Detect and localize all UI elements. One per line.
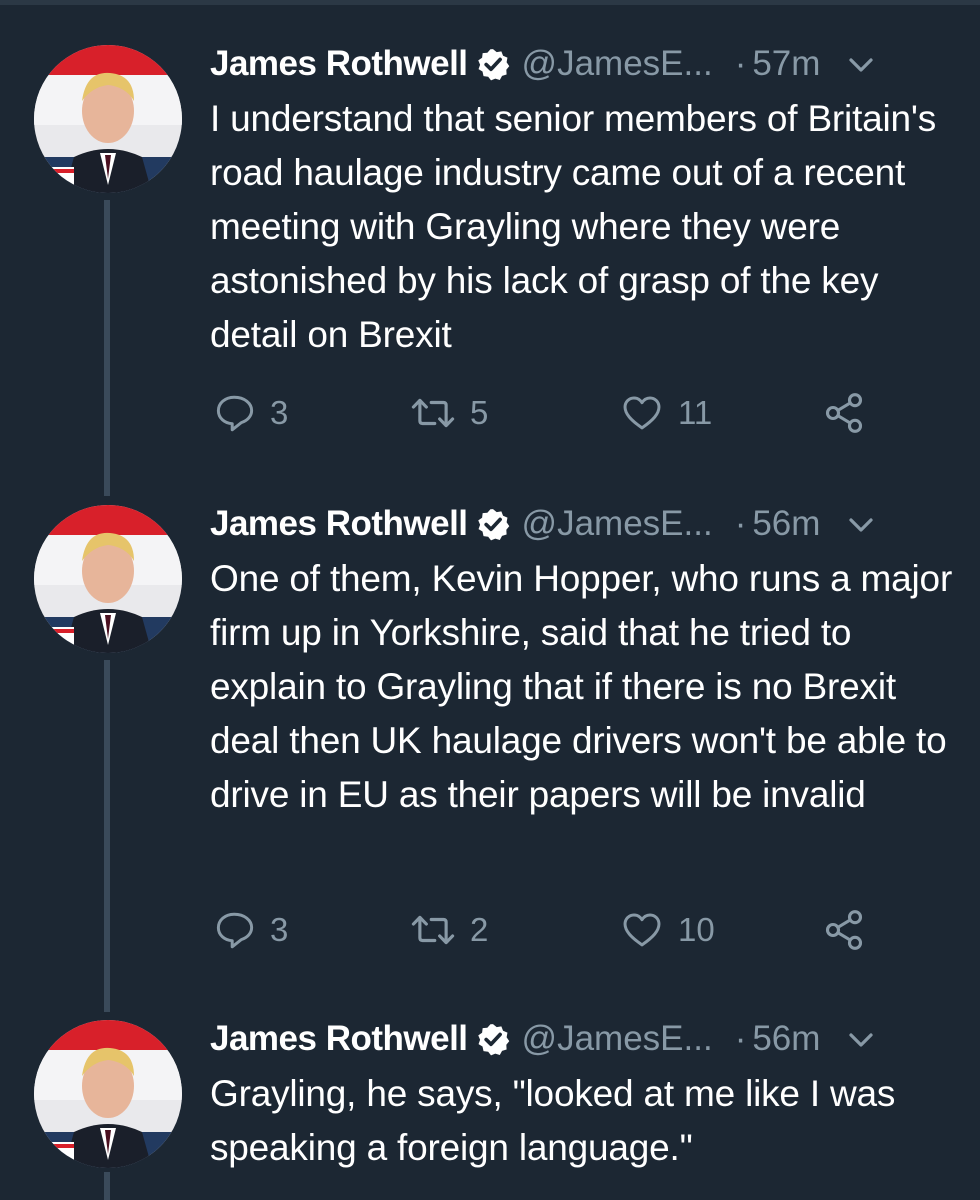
reply-button[interactable]: 3 <box>214 388 288 438</box>
separator-dot: · <box>734 1019 747 1058</box>
chevron-down-icon[interactable] <box>846 50 876 80</box>
author-name[interactable]: James Rothwell <box>210 1019 468 1059</box>
retweet-icon <box>411 915 455 945</box>
retweet-icon <box>411 398 455 428</box>
separator-dot: · <box>734 504 747 543</box>
reply-icon <box>216 912 254 949</box>
author-name[interactable]: James Rothwell <box>210 44 468 84</box>
tweet-text: I understand that senior members of Brit… <box>210 98 937 355</box>
tweet-text: Grayling, he says, "looked at me like I … <box>210 1073 896 1168</box>
tweet-text: One of them, Kevin Hopper, who runs a ma… <box>210 558 953 815</box>
tweet-header: James Rothwell @JamesE... · 56m <box>210 500 970 548</box>
reply-icon <box>216 395 254 432</box>
retweet-count: 5 <box>470 394 489 431</box>
like-button[interactable]: 10 <box>620 905 715 955</box>
tweet[interactable]: James Rothwell @JamesE... · 56m Grayling… <box>0 995 980 1200</box>
author-name[interactable]: James Rothwell <box>210 504 468 544</box>
reply-count: 3 <box>270 394 289 431</box>
tweet-timestamp[interactable]: 56m <box>752 1019 820 1059</box>
share-icon <box>825 393 863 433</box>
tweet-timestamp[interactable]: 56m <box>752 504 820 544</box>
avatar-image <box>34 45 182 193</box>
verified-badge-icon <box>476 1022 510 1056</box>
avatar[interactable] <box>34 45 182 193</box>
reply-button[interactable]: 3 <box>214 905 288 955</box>
like-count: 10 <box>678 911 715 948</box>
tweet-actions: 3 2 10 <box>210 905 930 955</box>
retweet-count: 2 <box>470 911 489 948</box>
chevron-down-icon[interactable] <box>846 1025 876 1055</box>
tweet[interactable]: James Rothwell @JamesE... · 56m One of t… <box>0 478 980 998</box>
verified-badge-icon <box>476 507 510 541</box>
avatar[interactable] <box>34 505 182 653</box>
reply-count: 3 <box>270 911 289 948</box>
heart-icon <box>623 913 661 947</box>
heart-icon <box>623 396 661 430</box>
tweet-timestamp[interactable]: 57m <box>752 44 820 84</box>
separator-dot: · <box>734 44 747 83</box>
avatar-image <box>34 1020 182 1168</box>
tweet-header: James Rothwell @JamesE... · 56m <box>210 1015 970 1063</box>
retweet-button[interactable]: 2 <box>410 905 488 955</box>
like-button[interactable]: 11 <box>620 388 712 438</box>
like-count: 11 <box>678 394 713 431</box>
chevron-down-icon[interactable] <box>846 510 876 540</box>
tweet-header: James Rothwell @JamesE... · 57m <box>210 40 970 88</box>
avatar[interactable] <box>34 1020 182 1168</box>
tweet-actions: 3 5 11 <box>210 388 930 438</box>
share-button[interactable] <box>822 905 866 955</box>
tweet[interactable]: James Rothwell @JamesE... · 57m I unders… <box>0 0 980 490</box>
share-icon <box>825 910 863 950</box>
verified-badge-icon <box>476 47 510 81</box>
share-button[interactable] <box>822 388 866 438</box>
author-handle[interactable]: @JamesE... <box>522 1019 713 1059</box>
author-handle[interactable]: @JamesE... <box>522 44 713 84</box>
avatar-image <box>34 505 182 653</box>
retweet-button[interactable]: 5 <box>410 388 488 438</box>
author-handle[interactable]: @JamesE... <box>522 504 713 544</box>
